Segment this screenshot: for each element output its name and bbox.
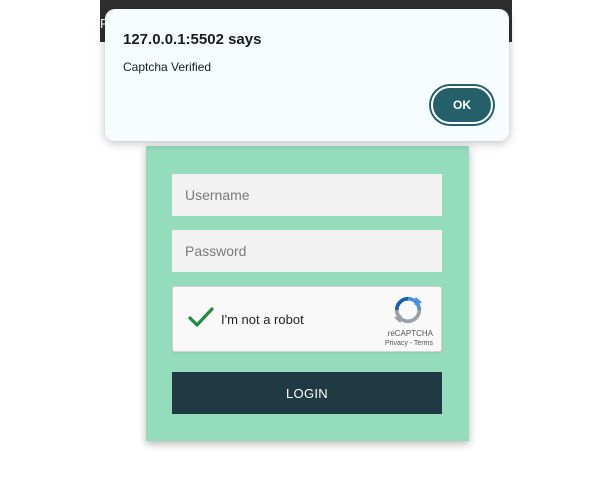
recaptcha-widget: I'm not a robot reCAPTCHA Privacy - Term… bbox=[172, 286, 442, 352]
username-input[interactable] bbox=[172, 174, 442, 216]
ok-button[interactable]: OK bbox=[431, 86, 493, 124]
checkmark-icon[interactable] bbox=[187, 305, 215, 329]
recaptcha-brand-text: reCAPTCHA bbox=[387, 329, 433, 338]
recaptcha-logo-icon bbox=[393, 296, 423, 324]
alert-message: Captcha Verified bbox=[123, 60, 212, 74]
alert-title: 127.0.0.1:5502 says bbox=[123, 31, 262, 48]
alert-dialog: 127.0.0.1:5502 says Captcha Verified OK bbox=[105, 9, 509, 141]
login-button[interactable]: LOGIN bbox=[172, 372, 442, 414]
recaptcha-label: I'm not a robot bbox=[221, 312, 304, 327]
recaptcha-links[interactable]: Privacy - Terms bbox=[385, 340, 433, 347]
password-input[interactable] bbox=[172, 230, 442, 272]
login-card: I'm not a robot reCAPTCHA Privacy - Term… bbox=[146, 146, 469, 441]
